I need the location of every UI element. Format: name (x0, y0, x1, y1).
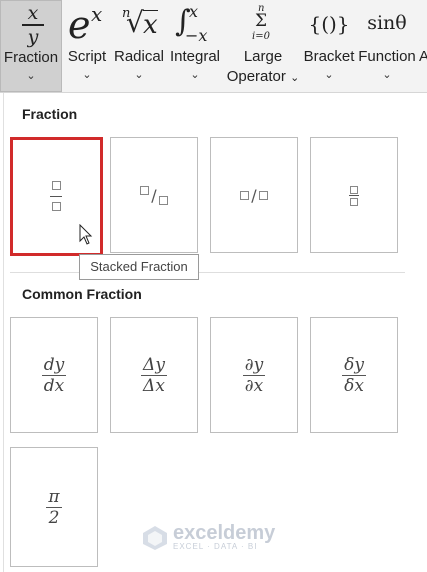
large-operator-label-line1: Large (243, 48, 283, 65)
radical-sign: √ (126, 6, 144, 39)
fraction-numerator: dy (43, 354, 65, 375)
fraction-numerator: π (48, 486, 60, 507)
script-icon-superscript: x (91, 2, 103, 26)
fraction-icon-numerator: x (27, 2, 39, 24)
common-fraction-preview: π 2 (46, 486, 62, 528)
mouse-cursor-icon (79, 224, 93, 245)
function-icon: sinθ (356, 2, 418, 46)
large-operator-label-line2: Operator ⌄ (224, 68, 302, 87)
gallery-left-border (3, 93, 4, 572)
partial-ribbon-label: A (419, 48, 427, 65)
script-button[interactable]: e x Script ⌄ (63, 0, 111, 92)
radical-icon: n √ x (112, 2, 166, 46)
integral-icon-upper-limit: x (189, 2, 199, 21)
watermark-brand: exceldemy (173, 522, 276, 544)
fraction-numerator: ∂y (244, 354, 264, 375)
large-operator-icon: n Σ i=0 (224, 2, 302, 46)
script-icon: e x (63, 2, 111, 46)
tooltip-stacked-fraction: Stacked Fraction (79, 254, 199, 280)
skewed-fraction-preview: / (111, 138, 197, 252)
chevron-down-icon: ⌄ (82, 69, 92, 81)
common-fraction-dy-dx-tile[interactable]: dy dx (10, 317, 98, 433)
chevron-down-icon: ⌄ (134, 69, 144, 81)
skewed-fraction-tile[interactable]: / (110, 137, 198, 253)
chevron-down-icon: ⌄ (382, 69, 392, 81)
small-fraction-tile[interactable] (310, 137, 398, 253)
linear-fraction-tile[interactable]: / (210, 137, 298, 253)
fraction-numerator: δy (344, 354, 364, 375)
fraction-button[interactable]: x y Fraction ⌄ (0, 0, 62, 92)
equation-ribbon: x y Fraction ⌄ e x Script ⌄ n √ x Radica… (0, 0, 427, 93)
radical-icon-radicand: x (143, 10, 158, 40)
linear-fraction-preview: / (211, 138, 297, 252)
fraction-denominator: Δx (143, 375, 165, 396)
fraction-denominator: ∂x (244, 375, 264, 396)
partial-ribbon-button[interactable]: A (419, 0, 427, 92)
common-fraction-pi-over-2-tile[interactable]: π 2 (10, 447, 98, 567)
radical-label: Radical (113, 48, 165, 65)
common-fraction-preview: dy dx (41, 354, 67, 396)
fraction-icon-denominator: y (27, 26, 39, 48)
script-label: Script (67, 48, 107, 65)
integral-icon-lower-limit: −x (185, 26, 208, 45)
sigma-icon: Σ (255, 11, 268, 31)
section-title-fraction: Fraction (22, 106, 78, 122)
fraction-denominator: dx (43, 375, 65, 396)
chevron-down-icon: ⌄ (290, 72, 300, 84)
common-fraction-preview: Δy Δx (141, 355, 167, 396)
integral-icon: ∫ x −x (167, 2, 223, 46)
chevron-down-icon: ⌄ (190, 69, 200, 81)
bracket-label: Bracket (303, 48, 355, 65)
large-operator-lower: i=0 (252, 31, 270, 42)
common-fraction-preview: ∂y ∂x (242, 354, 266, 396)
small-fraction-preview (349, 184, 359, 207)
fraction-icon: x y (1, 3, 61, 47)
bracket-button[interactable]: {()} Bracket ⌄ (303, 0, 355, 92)
fraction-denominator: 2 (48, 507, 60, 528)
exceldemy-logo-icon (143, 525, 167, 550)
common-fraction-partial-tile[interactable]: ∂y ∂x (210, 317, 298, 433)
function-icon-symbol: sinθ (367, 12, 407, 34)
common-fraction-delta-tile[interactable]: Δy Δx (110, 317, 198, 433)
function-button[interactable]: sinθ Function ⌄ (356, 0, 418, 92)
integral-label: Integral (169, 48, 221, 65)
chevron-down-icon: ⌄ (324, 69, 334, 81)
large-operator-button[interactable]: n Σ i=0 Large Operator ⌄ (224, 0, 302, 92)
function-label: Function (358, 48, 416, 65)
section-title-common-fraction: Common Fraction (22, 286, 142, 302)
exceldemy-watermark: exceldemy EXCEL · DATA · BI (142, 522, 276, 551)
bracket-icon-symbol: {()} (308, 12, 350, 36)
chevron-down-icon: ⌄ (26, 70, 36, 82)
integral-button[interactable]: ∫ x −x Integral ⌄ (167, 0, 223, 92)
script-icon-base: e (68, 3, 91, 47)
section-divider (10, 272, 405, 273)
fraction-numerator: Δy (143, 354, 165, 375)
stacked-fraction-preview (50, 176, 63, 217)
common-fraction-preview: δy δx (342, 355, 366, 396)
fraction-label: Fraction (3, 49, 59, 66)
large-operator-label-text: Operator (226, 68, 286, 85)
radical-button[interactable]: n √ x Radical ⌄ (112, 0, 166, 92)
bracket-icon: {()} (303, 2, 355, 46)
fraction-denominator: δx (344, 375, 364, 396)
common-fraction-small-delta-tile[interactable]: δy δx (310, 317, 398, 433)
